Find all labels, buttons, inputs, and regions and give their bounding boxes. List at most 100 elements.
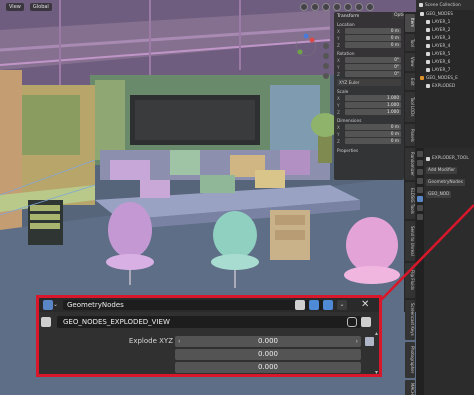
object-tab-icon[interactable] [417, 187, 423, 193]
transform-orientation-dropdown[interactable]: Global [29, 3, 52, 11]
node-tree-icon[interactable] [41, 317, 51, 327]
scale-axis-label: Y [337, 102, 340, 108]
dimensions-value-field[interactable]: 0 m [345, 131, 401, 137]
modifier-short-name[interactable]: GeometryNodes [426, 179, 465, 186]
decrement-arrow-icon[interactable]: ‹ [178, 336, 180, 347]
sidebar-tab[interactable]: MACHIN3 [405, 380, 415, 395]
render-icon[interactable] [323, 300, 333, 310]
explode-xyz-label: Explode XYZ [128, 337, 173, 345]
explode-x-field[interactable]: ‹ 0.000 › [175, 336, 361, 347]
location-value-field[interactable]: 0 m [345, 35, 401, 41]
duplicate-icon[interactable] [361, 317, 371, 327]
dimensions-value-field[interactable]: 0 m [345, 124, 401, 130]
collection-icon [419, 3, 423, 7]
rotation-mode-dropdown[interactable]: XYZ Euler [337, 79, 401, 86]
sidebar-tab[interactable]: Send to Unreal [405, 221, 415, 262]
location-title: Location [337, 22, 355, 27]
rotation-row: Z 0° [337, 71, 401, 77]
object-icon [426, 44, 430, 48]
sidebar-tab[interactable]: Photographer [405, 341, 415, 379]
properties-subpanel[interactable]: Properties [337, 148, 401, 153]
scale-value-field[interactable]: 1.000 [345, 102, 401, 108]
physics-tab-icon[interactable] [417, 214, 423, 220]
sidebar-tab[interactable]: Randomizer [405, 148, 415, 181]
group-short-name[interactable]: GEO_NOD [426, 191, 452, 198]
scale-title: Scale [337, 89, 349, 94]
realtime-icon[interactable] [309, 300, 319, 310]
sidebar-tab[interactable]: Tool LODs [405, 92, 415, 122]
wireframe-shading-icon[interactable] [333, 3, 341, 11]
tool-tab-icon[interactable] [417, 151, 423, 157]
sidebar-tab[interactable]: Panels [405, 124, 415, 147]
explode-z-field[interactable]: 0.000 [175, 362, 361, 373]
rotation-value-field[interactable]: 0° [345, 64, 401, 70]
outliner-item[interactable]: LAYER_3 [416, 34, 474, 42]
scene-collection-label[interactable]: Scene Collection [425, 3, 461, 8]
explode-y-field[interactable]: 0.000 [175, 349, 361, 360]
edit-mode-icon[interactable] [295, 300, 305, 310]
outliner-item[interactable]: LAYER_4 [416, 42, 474, 50]
explode-z-value: 0.000 [257, 363, 279, 371]
rotation-value-field[interactable]: 0° [345, 71, 401, 77]
sidebar-tab[interactable]: Item [405, 14, 415, 32]
outliner-item[interactable]: LAYER_1 [416, 18, 474, 26]
sidebar-tab[interactable]: Flip Fluids [405, 263, 415, 298]
modifier-panel-highlight: ⌄ GeometryNodes ⌄ ✕ GEO_NODES_EXPLODED_V… [36, 295, 382, 377]
scene-tab-icon[interactable] [417, 178, 423, 184]
add-modifier-button[interactable]: Add Modifier [426, 167, 458, 174]
fake-user-icon[interactable] [347, 317, 357, 327]
keyframe-toggle-icon[interactable] [365, 337, 374, 346]
collapse-chevron-icon[interactable]: ⌄ [53, 300, 63, 310]
scale-value-field[interactable]: 1.000 [345, 109, 401, 115]
sidebar-tab[interactable]: Screencast Keys [405, 299, 415, 340]
sidebar-tabs: Item Tool View Edit Tool LODs Panels Randomize… [404, 12, 416, 395]
location-value-field[interactable]: 0 m [345, 42, 401, 48]
rotation-axis-label: X [337, 57, 340, 63]
sidebar-tab[interactable]: Edit [405, 72, 415, 91]
material-shading-icon[interactable] [355, 3, 363, 11]
outliner-item[interactable]: LAYER_2 [416, 26, 474, 34]
visibility-icon[interactable] [300, 3, 308, 11]
group-short-row: GEO_NOD [426, 190, 452, 199]
rotation-axis-label: Y [337, 64, 340, 70]
outliner-item-label: EXPLODED [432, 83, 456, 89]
add-modifier-row: Add Modifier [426, 166, 458, 175]
output-tab-icon[interactable] [417, 169, 423, 175]
overlay-icon[interactable] [311, 3, 319, 11]
sidebar-tab[interactable]: Tool [405, 33, 415, 52]
rotation-row: X 0° [337, 57, 401, 63]
view-menu[interactable]: View [6, 3, 24, 11]
outliner-item-label: LAYER_3 [432, 35, 451, 41]
outliner-item[interactable]: GEO_NODES_E [416, 74, 474, 82]
outliner-item[interactable]: EXPLODED [416, 82, 474, 90]
render-shading-icon[interactable] [366, 3, 374, 11]
particles-tab-icon[interactable] [417, 205, 423, 211]
rotation-title: Rotation [337, 51, 355, 56]
location-value-field[interactable]: 0 m [345, 28, 401, 34]
properties-editor: EXPLODER_TOOL Add Modifier GeometryNodes… [416, 148, 474, 395]
outliner-item-label: LAYER_6 [432, 59, 451, 65]
dimensions-value-field[interactable]: 0 m [345, 138, 401, 144]
xray-icon[interactable] [322, 3, 330, 11]
close-icon[interactable]: ✕ [361, 299, 369, 310]
outliner-item[interactable]: LAYER_5 [416, 50, 474, 58]
solid-shading-icon[interactable] [344, 3, 352, 11]
render-tab-icon[interactable] [417, 160, 423, 166]
outliner-item[interactable]: LAYER_7 [416, 66, 474, 74]
object-icon [426, 84, 430, 88]
scale-value-field[interactable]: 1.000 [345, 95, 401, 101]
location-row: Z 0 m [337, 42, 401, 48]
rotation-value-field[interactable]: 0° [345, 57, 401, 63]
sidebar-tab[interactable]: View [405, 53, 415, 71]
scroll-arrows-icon[interactable] [375, 332, 378, 374]
increment-arrow-icon[interactable]: › [356, 336, 358, 347]
dropdown-chevron-icon[interactable]: ⌄ [337, 300, 347, 310]
outliner-item[interactable]: LAYER_6 [416, 58, 474, 66]
object-icon [426, 60, 430, 64]
blender-window: View Global Transform Location X0 mY0 mZ… [0, 0, 474, 395]
sidebar-tab[interactable]: ELDSIG Tools [405, 182, 415, 220]
outliner-item[interactable]: GEO_NODES [416, 10, 474, 18]
node-group-field[interactable]: GEO_NODES_EXPLODED_VIEW [57, 316, 361, 328]
modifier-name-field[interactable]: GeometryNodes [63, 300, 325, 310]
modifier-tab-icon[interactable] [417, 196, 423, 202]
